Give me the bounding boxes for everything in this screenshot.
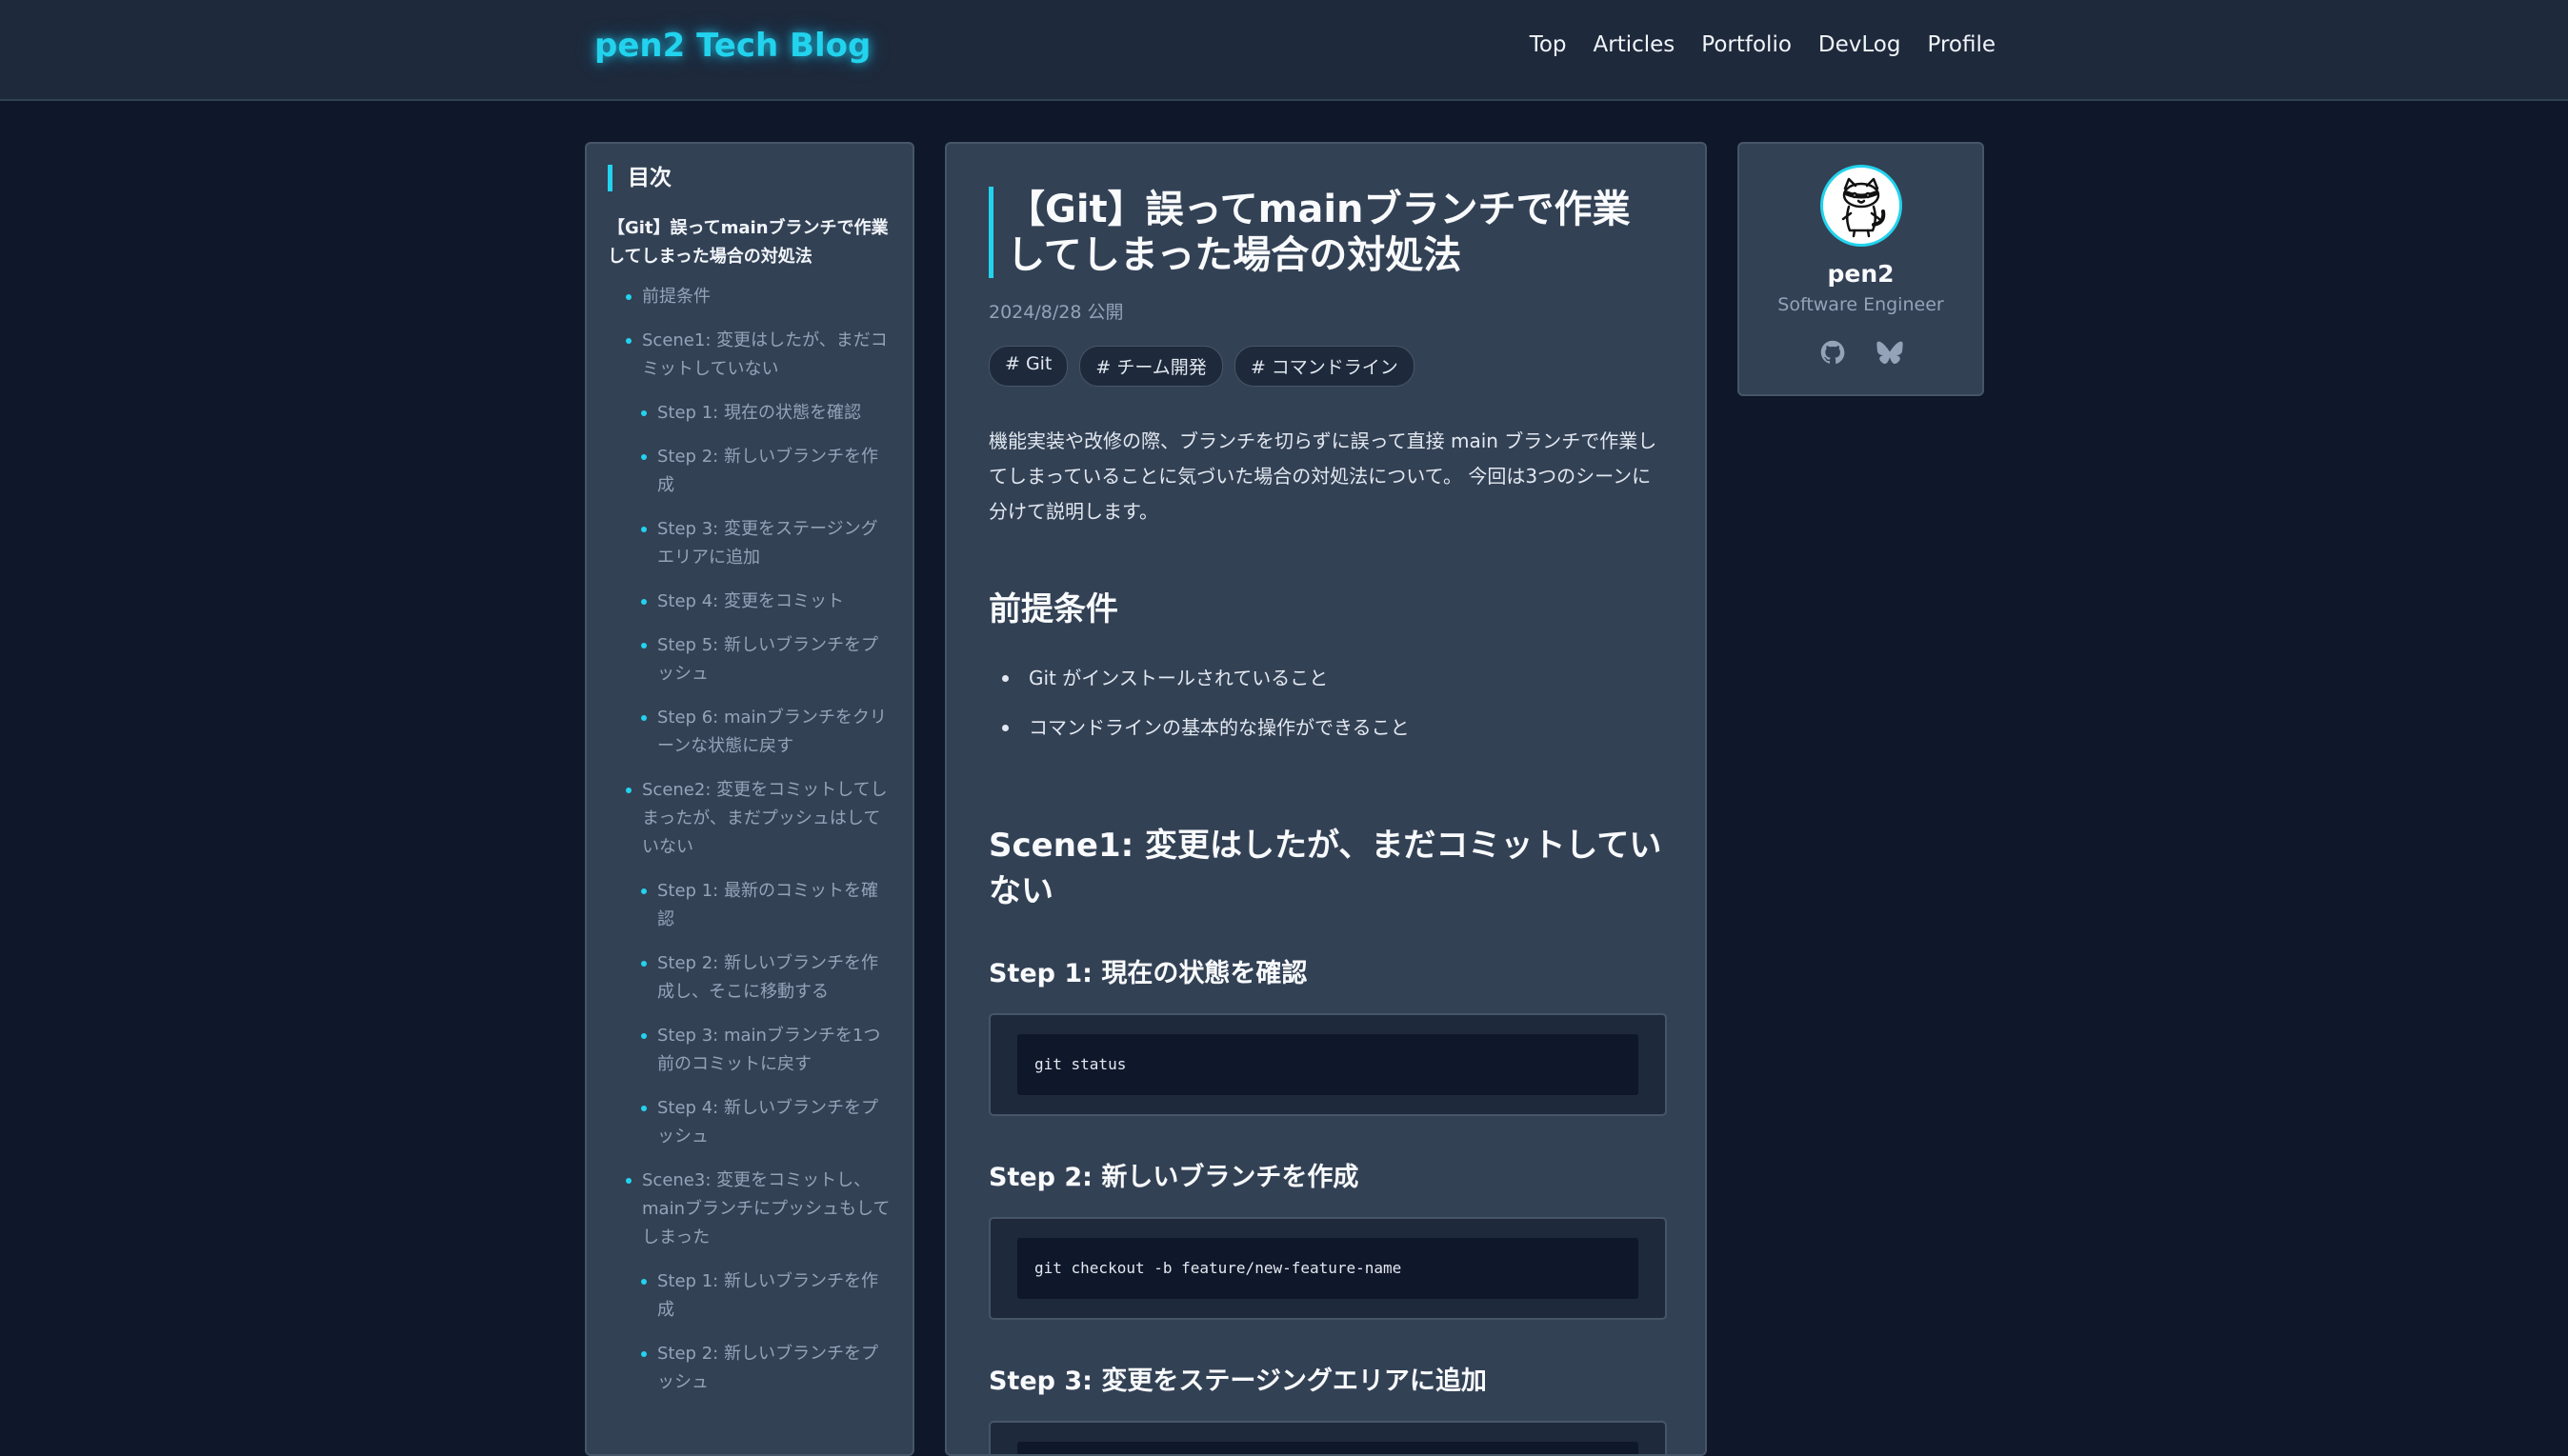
- toc-link-scene2-step3[interactable]: Step 3: mainブランチを1つ前のコミットに戻す: [608, 1022, 893, 1079]
- tag-team-dev[interactable]: # チーム開発: [1079, 346, 1223, 387]
- tag-git[interactable]: # Git: [989, 346, 1069, 387]
- nav-portfolio[interactable]: Portfolio: [1701, 32, 1792, 57]
- toc-link-scene2-step2[interactable]: Step 2: 新しいブランチを作成し、そこに移動する: [608, 949, 893, 1007]
- toc-link-scene1-step2[interactable]: Step 2: 新しいブランチを作成: [608, 443, 893, 500]
- main-nav: Top Articles Portfolio DevLog Profile: [1530, 32, 1996, 57]
- heading-step1: Step 1: 現在の状態を確認: [989, 959, 1308, 988]
- prerequisite-item: コマンドラインの基本的な操作ができること: [989, 713, 1667, 742]
- article-panel: 【Git】誤ってmainブランチで作業してしまった場合の対処法 2024/8/2…: [945, 142, 1707, 1456]
- profile-name: pen2: [1827, 260, 1895, 288]
- bluesky-icon[interactable]: [1876, 339, 1903, 366]
- toc-link-scene2-step1[interactable]: Step 1: 最新のコミットを確認: [608, 877, 893, 934]
- toc-link-title[interactable]: 【Git】誤ってmainブランチで作業してしまった場合の対処法: [608, 214, 893, 271]
- heading-step3: Step 3: 変更をステージングエリアに追加: [989, 1366, 1487, 1396]
- article-intro: 機能実装や改修の際、ブランチを切らずに誤って直接 main ブランチで作業してし…: [989, 429, 1657, 523]
- heading-scene1: Scene1: 変更はしたが、まだコミットしていない: [989, 827, 1662, 910]
- heading-prerequisites: 前提条件: [989, 590, 1118, 628]
- profile-card: pen2 Software Engineer: [1737, 142, 1984, 396]
- nav-top[interactable]: Top: [1530, 32, 1567, 57]
- code-git-checkout[interactable]: git checkout -b feature/new-feature-name: [1017, 1238, 1638, 1299]
- table-of-contents: 目次 【Git】誤ってmainブランチで作業してしまった場合の対処法 前提条件 …: [585, 142, 914, 1456]
- github-icon[interactable]: [1819, 339, 1846, 366]
- toc-link-scene1-step5[interactable]: Step 5: 新しいブランチをプッシュ: [608, 631, 893, 688]
- profile-role: Software Engineer: [1777, 294, 1944, 315]
- toc-link-scene1[interactable]: Scene1: 変更はしたが、まだコミットしていない: [608, 327, 893, 384]
- toc-heading: 目次: [608, 165, 893, 191]
- tag-command-line[interactable]: # コマンドライン: [1234, 346, 1414, 387]
- toc-link-scene3-step2[interactable]: Step 2: 新しいブランチをプッシュ: [608, 1340, 893, 1397]
- toc-link-scene1-step3[interactable]: Step 3: 変更をステージングエリアに追加: [608, 515, 893, 572]
- social-links: [1739, 339, 1982, 366]
- prerequisites-list: Git がインストールされていること コマンドラインの基本的な操作ができること: [989, 664, 1667, 763]
- article-title: 【Git】誤ってmainブランチで作業してしまった場合の対処法: [989, 187, 1667, 278]
- toc-link-scene3-step1[interactable]: Step 1: 新しいブランチを作成: [608, 1267, 893, 1325]
- code-block-step1: git status: [989, 1013, 1667, 1116]
- toc-list: 前提条件 Scene1: 変更はしたが、まだコミットしていない Step 1: …: [608, 283, 893, 1397]
- site-header: pen2 Tech Blog Top Articles Portfolio De…: [0, 0, 2568, 101]
- toc-link-prerequisites[interactable]: 前提条件: [608, 283, 893, 311]
- toc-link-scene1-step4[interactable]: Step 4: 変更をコミット: [608, 588, 893, 616]
- tag-list: # Git # チーム開発 # コマンドライン: [989, 346, 1414, 387]
- toc-link-scene2-step4[interactable]: Step 4: 新しいブランチをプッシュ: [608, 1094, 893, 1151]
- avatar[interactable]: [1820, 165, 1902, 247]
- toc-link-scene3[interactable]: Scene3: 変更をコミットし、mainブランチにプッシュもしてしまった: [608, 1167, 893, 1252]
- toc-link-scene1-step1[interactable]: Step 1: 現在の状態を確認: [608, 399, 893, 428]
- code-block-step2: git checkout -b feature/new-feature-name: [989, 1217, 1667, 1320]
- code-block-step3: [989, 1421, 1667, 1454]
- prerequisite-item: Git がインストールされていること: [989, 664, 1667, 692]
- site-logo[interactable]: pen2 Tech Blog: [594, 27, 871, 65]
- heading-step2: Step 2: 新しいブランチを作成: [989, 1163, 1359, 1192]
- toc-link-scene2[interactable]: Scene2: 変更をコミットしてしまったが、まだプッシュはしていない: [608, 776, 893, 862]
- code-step3[interactable]: [1017, 1442, 1638, 1454]
- code-git-status[interactable]: git status: [1017, 1034, 1638, 1095]
- nav-profile[interactable]: Profile: [1927, 32, 1996, 57]
- publish-date: 2024/8/28 公開: [989, 302, 1124, 323]
- toc-link-scene1-step6[interactable]: Step 6: mainブランチをクリーンな状態に戻す: [608, 704, 893, 761]
- nav-articles[interactable]: Articles: [1594, 32, 1675, 57]
- raccoon-avatar-icon: [1841, 177, 1886, 238]
- nav-devlog[interactable]: DevLog: [1818, 32, 1901, 57]
